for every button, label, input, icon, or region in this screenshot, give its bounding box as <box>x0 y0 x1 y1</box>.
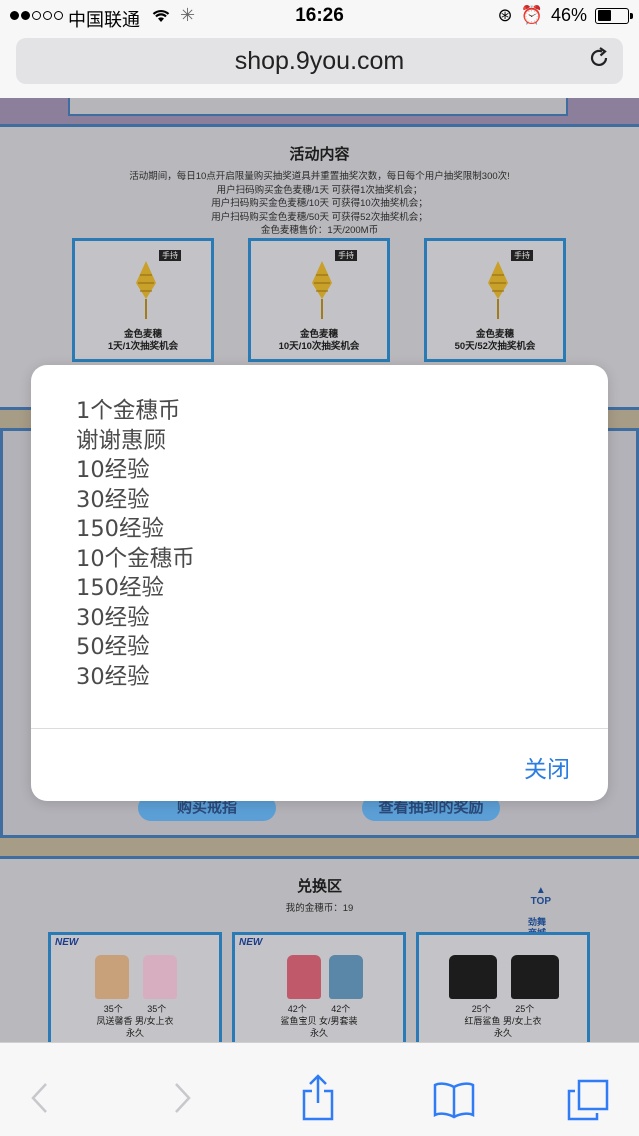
garment-image <box>287 955 321 999</box>
battery-icon <box>595 7 633 24</box>
rule-line: 用户扫码购买金色麦穗/10天 可获得10次抽奖机会； <box>211 198 428 209</box>
bookmarks-icon[interactable] <box>433 1081 475 1127</box>
reward-line: 10经验 <box>76 457 150 483</box>
page-header-strip <box>0 98 639 124</box>
price-text: 42个 42个 <box>287 1004 351 1014</box>
divider-band <box>0 838 639 856</box>
wheat-item-icon <box>136 261 156 319</box>
item-name: 鲨鱼宝贝 女/男套装 <box>280 1016 358 1026</box>
browser-toolbar <box>0 1042 639 1136</box>
garment-image <box>449 955 497 999</box>
item-desc: 50天/52次抽奖机会 <box>454 341 536 352</box>
item-card[interactable]: 手持 金色麦穗 10天/10次抽奖机会 <box>248 238 390 362</box>
reward-line: 150经验 <box>76 575 164 601</box>
reward-line: 1个金穗币 <box>76 398 181 424</box>
item-name: 金色麦穗 <box>123 329 162 340</box>
garment-image <box>511 955 559 999</box>
price-text: 35个 35个 <box>103 1004 167 1014</box>
url-text: shop.9you.com <box>234 46 405 75</box>
reward-line: 30经验 <box>76 663 150 690</box>
rotation-lock-icon: ⊛ <box>497 5 513 25</box>
rule-line: 用户扫码购买金色麦穗/50天 可获得52次抽奖机会； <box>211 211 428 223</box>
forward-icon[interactable] <box>172 1081 192 1123</box>
item-tag: 手持 <box>335 250 357 261</box>
battery-percent: 46% <box>550 5 587 25</box>
address-bar[interactable]: shop.9you.com <box>16 38 623 84</box>
item-tag: 手持 <box>511 250 533 261</box>
item-card[interactable]: 手持 金色麦穗 1天/1次抽奖机会 <box>72 238 214 362</box>
item-desc: 1天/1次抽奖机会 <box>107 341 179 352</box>
rule-line: 金色麦穗售价：1天/200M币 <box>260 225 379 236</box>
reward-list: 1个金穗币 谢谢惠顾 10经验 30经验 150经验 10个金穗币 150经验 … <box>76 397 195 692</box>
browser-address-area: shop.9you.com <box>0 34 639 98</box>
wheat-item-icon <box>312 261 332 319</box>
top-button[interactable]: ▲ TOP <box>531 885 551 907</box>
reward-line: 50经验 <box>76 634 150 660</box>
item-duration: 永久 <box>125 1028 144 1038</box>
status-bar: 中国联通 ✳ 16:26 ⊛ ⏰ 46% <box>0 0 639 34</box>
garment-image <box>329 955 363 999</box>
reload-icon[interactable] <box>587 46 611 77</box>
reward-line: 150经验 <box>76 516 164 542</box>
price-text: 25个 25个 <box>471 1004 535 1014</box>
dialog-divider <box>31 728 608 729</box>
garment-image <box>143 955 177 999</box>
exchange-card[interactable]: NEW 35个 35个 凤送馨香 男/女上衣 永久 <box>48 932 222 1042</box>
item-desc: 10天/10次抽奖机会 <box>278 341 360 352</box>
exchange-card[interactable]: NEW 42个 42个 鲨鱼宝贝 女/男套装 永久 <box>232 932 406 1042</box>
alert-dialog: 1个金穗币 谢谢惠顾 10经验 30经验 150经验 10个金穗币 150经验 … <box>31 365 608 801</box>
reward-line: 30经验 <box>76 486 150 513</box>
reward-line: 谢谢惠顾 <box>76 427 167 454</box>
alarm-icon: ⏰ <box>520 5 543 25</box>
new-badge: NEW <box>55 937 79 948</box>
reward-line: 30经验 <box>76 604 150 631</box>
garment-image <box>95 955 129 999</box>
share-icon[interactable] <box>301 1073 335 1129</box>
exchange-card[interactable]: 25个 25个 红唇鲨鱼 男/女上衣 永久 <box>416 932 590 1042</box>
item-duration: 永久 <box>309 1028 328 1038</box>
activity-title: 活动内容 <box>289 146 350 163</box>
item-duration: 永久 <box>493 1028 512 1038</box>
reward-line: 10个金穗币 <box>76 545 195 572</box>
item-tag: 手持 <box>159 250 181 261</box>
item-card[interactable]: 手持 金色麦穗 50天/52次抽奖机会 <box>424 238 566 362</box>
item-name: 红唇鲨鱼 男/女上衣 <box>464 1016 542 1026</box>
rule-line: 活动期间，每日10点开启限量购买抽奖道具并重置抽奖次数，每日每个用户抽奖限制30… <box>129 171 510 182</box>
new-badge: NEW <box>239 937 263 948</box>
item-name: 金色麦穗 <box>299 329 338 340</box>
close-button[interactable]: 关闭 <box>524 750 570 784</box>
back-icon[interactable] <box>30 1081 50 1123</box>
rule-line: 用户扫码购买金色麦穗/1天 可获得1次抽奖机会； <box>216 184 423 196</box>
wheat-item-icon <box>488 261 508 319</box>
item-name: 凤送馨香 男/女上衣 <box>96 1016 174 1026</box>
exchange-section: 兑换区 我的金穗币：19 ▲TOP 劲舞商城 NEW 35个 35个 凤送馨香 … <box>0 856 639 1042</box>
tabs-icon[interactable] <box>567 1079 609 1129</box>
item-name: 金色麦穗 <box>475 329 514 340</box>
